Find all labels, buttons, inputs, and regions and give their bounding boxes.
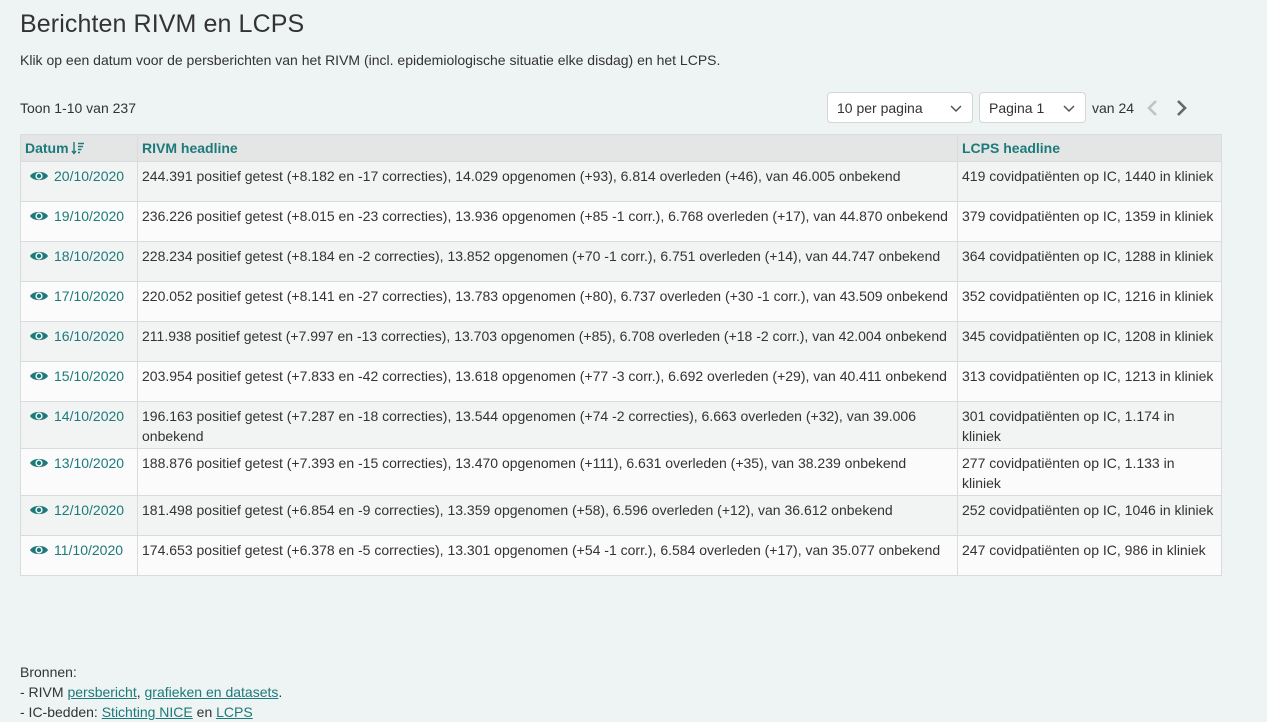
- lcps-headline-cell: 364 covidpatiënten op IC, 1288 in klinie…: [957, 241, 1222, 282]
- link-stichting-nice[interactable]: Stichting NICE: [102, 704, 193, 720]
- page-total: van 24: [1092, 99, 1135, 116]
- column-header-rivm: RIVM headline: [137, 134, 958, 162]
- link-lcps[interactable]: LCPS: [216, 704, 253, 720]
- link-grafieken-datasets[interactable]: grafieken en datasets: [145, 684, 279, 700]
- date-text: 19/10/2020: [54, 208, 125, 224]
- date-cell: 20/10/2020: [20, 161, 138, 202]
- table-row: 15/10/2020 203.954 positief getest (+7.83…: [20, 361, 1222, 402]
- page-title: Berichten RIVM en LCPS: [20, 10, 305, 38]
- table-row: 14/10/2020 196.163 positief getest (+7.28…: [20, 401, 1222, 449]
- page-subtitle: Klik op een datum voor de persberichten …: [20, 52, 721, 68]
- date-link[interactable]: 11/10/2020: [25, 540, 133, 560]
- date-link[interactable]: 16/10/2020: [25, 326, 133, 346]
- date-cell: 11/10/2020: [20, 535, 138, 576]
- rivm-headline-cell: 244.391 positief getest (+8.182 en -17 c…: [137, 161, 958, 202]
- table-row: 18/10/2020 228.234 positief getest (+8.18…: [20, 241, 1222, 282]
- rivm-headline-cell: 228.234 positief getest (+8.184 en -2 co…: [137, 241, 958, 282]
- rivm-headline-cell: 196.163 positief getest (+7.287 en -18 c…: [137, 401, 958, 449]
- page-value: Pagina 1: [989, 99, 1045, 116]
- rivm-headline-cell: 181.498 positief getest (+6.854 en -9 co…: [137, 495, 958, 536]
- reports-table: Datum RIVM headline LCPS headline 20/10/…: [20, 134, 1222, 576]
- eye-icon: [30, 371, 48, 381]
- date-cell: 12/10/2020: [20, 495, 138, 536]
- date-text: 20/10/2020: [54, 168, 125, 184]
- lcps-headline-cell: 277 covidpatiënten op IC, 1.133 in klini…: [957, 448, 1222, 496]
- eye-icon: [30, 291, 48, 301]
- lcps-headline-cell: 301 covidpatiënten op IC, 1.174 in klini…: [957, 401, 1222, 449]
- rivm-headline-cell: 174.653 positief getest (+6.378 en -5 co…: [137, 535, 958, 576]
- table-row: 11/10/2020 174.653 positief getest (+6.37…: [20, 535, 1222, 576]
- date-cell: 13/10/2020: [20, 448, 138, 496]
- date-cell: 18/10/2020: [20, 241, 138, 282]
- date-link[interactable]: 19/10/2020: [25, 206, 133, 226]
- sources-line-rivm: - RIVM persbericht, grafieken en dataset…: [20, 684, 283, 700]
- eye-icon: [30, 331, 48, 341]
- eye-icon: [30, 545, 48, 555]
- lcps-headline-cell: 313 covidpatiënten op IC, 1213 in klinie…: [957, 361, 1222, 402]
- table-row: 12/10/2020 181.498 positief getest (+6.85…: [20, 495, 1222, 536]
- column-header-lcps: LCPS headline: [957, 134, 1222, 162]
- date-link[interactable]: 17/10/2020: [25, 286, 133, 306]
- rivm-headline-cell: 203.954 positief getest (+7.833 en -42 c…: [137, 361, 958, 402]
- column-header-date[interactable]: Datum: [20, 134, 138, 162]
- date-cell: 17/10/2020: [20, 281, 138, 322]
- link-persbericht[interactable]: persbericht: [67, 684, 136, 700]
- page-select[interactable]: Pagina 1: [979, 92, 1086, 123]
- prev-page-button[interactable]: [1142, 96, 1162, 120]
- rivm-headline-cell: 236.226 positief getest (+8.015 en -23 c…: [137, 201, 958, 242]
- per-page-select[interactable]: 10 per pagina: [827, 92, 973, 123]
- date-text: 11/10/2020: [54, 542, 124, 558]
- lcps-headline-cell: 345 covidpatiënten op IC, 1208 in klinie…: [957, 321, 1222, 362]
- eye-icon: [30, 251, 48, 261]
- date-link[interactable]: 18/10/2020: [25, 246, 133, 266]
- date-link[interactable]: 14/10/2020: [25, 406, 133, 426]
- date-cell: 19/10/2020: [20, 201, 138, 242]
- chevron-right-icon: [1177, 99, 1187, 116]
- eye-icon: [30, 458, 48, 468]
- table-row: 19/10/2020 236.226 positief getest (+8.01…: [20, 201, 1222, 242]
- date-link[interactable]: 12/10/2020: [25, 500, 133, 520]
- lcps-headline-cell: 419 covidpatiënten op IC, 1440 in klinie…: [957, 161, 1222, 202]
- rivm-headline-cell: 188.876 positief getest (+7.393 en -15 c…: [137, 448, 958, 496]
- date-text: 12/10/2020: [54, 502, 125, 518]
- lcps-headline-cell: 252 covidpatiënten op IC, 1046 in klinie…: [957, 495, 1222, 536]
- date-link[interactable]: 13/10/2020: [25, 453, 133, 473]
- eye-icon: [30, 171, 48, 181]
- date-text: 16/10/2020: [54, 328, 125, 344]
- sources-heading: Bronnen:: [20, 664, 77, 680]
- sort-descending-icon: [71, 142, 84, 155]
- chevron-left-icon: [1147, 99, 1157, 116]
- chevron-down-icon: [950, 104, 962, 112]
- lcps-headline-cell: 352 covidpatiënten op IC, 1216 in klinie…: [957, 281, 1222, 322]
- date-text: 18/10/2020: [54, 248, 125, 264]
- table-row: 16/10/2020 211.938 positief getest (+7.99…: [20, 321, 1222, 362]
- lcps-headline-cell: 247 covidpatiënten op IC, 986 in kliniek: [957, 535, 1222, 576]
- rivm-headline-cell: 211.938 positief getest (+7.997 en -13 c…: [137, 321, 958, 362]
- date-cell: 15/10/2020: [20, 361, 138, 402]
- lcps-headline-cell: 379 covidpatiënten op IC, 1359 in klinie…: [957, 201, 1222, 242]
- date-cell: 14/10/2020: [20, 401, 138, 449]
- date-text: 17/10/2020: [54, 288, 125, 304]
- table-header-row: Datum RIVM headline LCPS headline: [20, 134, 1222, 162]
- date-text: 13/10/2020: [54, 455, 125, 471]
- sources-line-ic: - IC-bedden: Stichting NICE en LCPS: [20, 704, 253, 720]
- next-page-button[interactable]: [1172, 96, 1192, 120]
- eye-icon: [30, 211, 48, 221]
- rivm-headline-cell: 220.052 positief getest (+8.141 en -27 c…: [137, 281, 958, 322]
- table-row: 13/10/2020 188.876 positief getest (+7.39…: [20, 448, 1222, 496]
- result-count: Toon 1-10 van 237: [20, 100, 136, 116]
- date-link[interactable]: 15/10/2020: [25, 366, 133, 386]
- date-cell: 16/10/2020: [20, 321, 138, 362]
- pagination-controls: 10 per pagina Pagina 1 van 24: [827, 91, 1192, 124]
- per-page-value: 10 per pagina: [837, 99, 923, 116]
- chevron-down-icon: [1063, 104, 1075, 112]
- date-text: 15/10/2020: [54, 368, 125, 384]
- eye-icon: [30, 505, 48, 515]
- sources-section: Bronnen: - RIVM persbericht, grafieken e…: [20, 662, 282, 722]
- table-row: 20/10/2020 244.391 positief getest (+8.18…: [20, 161, 1222, 202]
- date-text: 14/10/2020: [54, 408, 125, 424]
- eye-icon: [30, 411, 48, 421]
- date-link[interactable]: 20/10/2020: [25, 166, 133, 186]
- table-row: 17/10/2020 220.052 positief getest (+8.14…: [20, 281, 1222, 322]
